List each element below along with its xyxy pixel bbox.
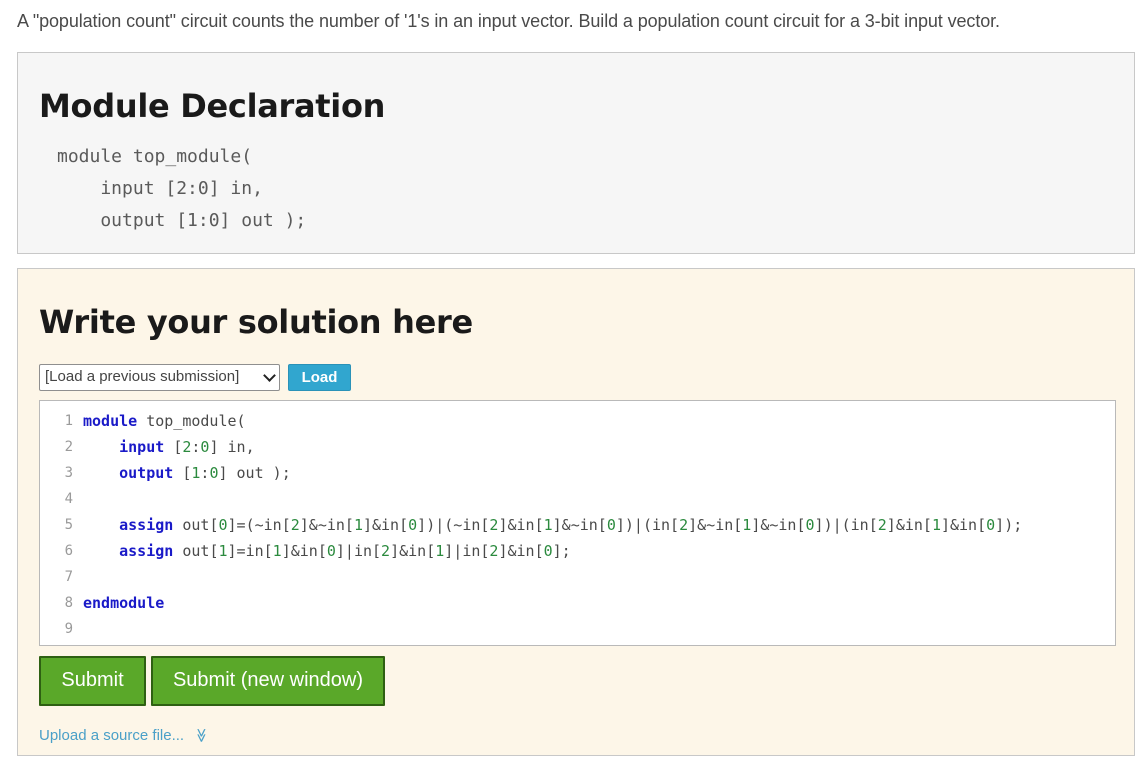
line-number: 6 [64,543,73,559]
code-line: endmodule [83,594,165,612]
load-button[interactable]: Load [288,364,351,391]
code-editor-content[interactable]: module top_module( input [2:0] in, outpu… [83,408,1022,642]
code-line: input [2:0] in, [119,438,255,456]
module-declaration-code: module top_module( input [2:0] in, outpu… [57,146,307,231]
chevron-down-icon [263,369,276,382]
code-line: output [1:0] out ); [119,464,291,482]
code-line: assign out[1]=in[1]&in[0]|in[2]&in[1]|in… [119,542,571,560]
code-editor[interactable]: 1 2 3 4 5 6 7 8 9 module top_module( input [2:0]… [39,400,1116,646]
upload-source-file-link[interactable]: Upload a source file... ≫ [39,727,210,744]
line-number: 9 [64,621,73,637]
submit-button[interactable]: Submit [39,656,146,706]
problem-description: A "population count" circuit counts the … [17,11,1000,31]
upload-source-file-label: Upload a source file... [39,727,185,744]
line-number: 7 [64,569,73,585]
line-number: 3 [64,465,73,481]
submit-new-window-button[interactable]: Submit (new window) [151,656,385,706]
solution-heading: Write your solution here [39,303,473,341]
line-number-gutter: 1 2 3 4 5 6 7 8 9 [40,408,78,642]
module-declaration-panel: Module Declaration module top_module( in… [17,52,1135,254]
solution-panel: Write your solution here [Load a previou… [17,268,1135,756]
previous-submission-select-value: [Load a previous submission] [45,368,240,385]
line-number: 4 [64,491,73,507]
line-number: 5 [64,517,73,533]
line-number: 1 [64,413,73,429]
previous-submission-select[interactable]: [Load a previous submission] [39,364,280,391]
code-line: module top_module( [83,412,246,430]
code-line: assign out[0]=(~in[2]&~in[1]&in[0])|(~in… [119,516,1023,534]
module-declaration-heading: Module Declaration [39,87,386,125]
line-number: 2 [64,439,73,455]
line-number: 8 [64,595,73,611]
double-chevron-down-icon: ≫ [193,728,210,743]
